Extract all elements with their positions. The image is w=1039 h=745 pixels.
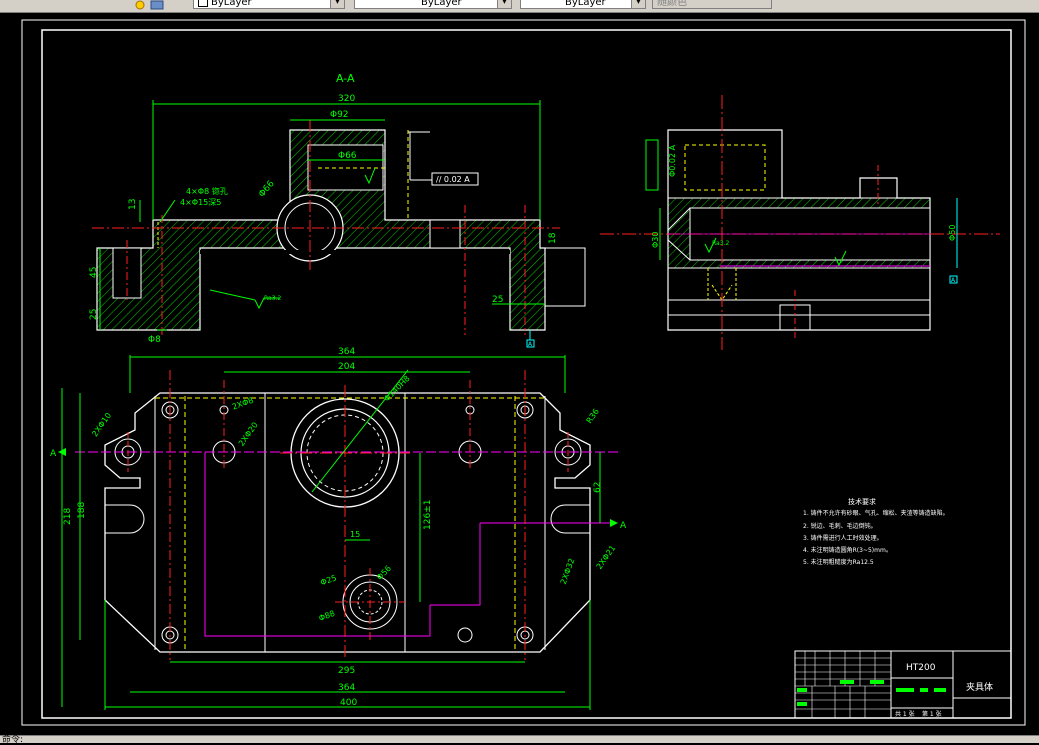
side-view: Φ30 Φ50 Φ0.02 A Ra3.2 A [600, 95, 1000, 350]
dim-88: Φ88 [318, 609, 337, 623]
dim-2x8: 2XΦ8 [231, 396, 255, 412]
dim-2x10: 2XΦ10 [90, 411, 113, 438]
dim-56: Φ56 [375, 564, 393, 582]
material: HT200 [906, 663, 936, 673]
side-tolerance: Φ0.02 A [668, 144, 677, 177]
dim-18: 18 [548, 232, 558, 244]
dim-400: 400 [340, 698, 357, 708]
properties-toolbar: ByLayer ▼ ByLayer ▼ ByLayer ▼ 随颜色 [0, 0, 1039, 13]
note-line-1: 1. 铸件不允许有砂眼、气孔、缩松、夹渣等铸造缺陷。 [803, 509, 949, 517]
dim-45: 45 [89, 267, 99, 278]
chevron-down-icon[interactable]: ▼ [330, 0, 344, 8]
layer-properties-icon[interactable] [150, 0, 164, 10]
dim-25-left: 25 [89, 309, 99, 320]
layer-sun-icon[interactable] [134, 0, 146, 10]
plotstyle-combo-value: 随颜色 [657, 0, 687, 8]
sheet-number: 第 1 张 [922, 710, 942, 718]
holes-callout-2: 4×Φ15深5 [180, 198, 221, 207]
plotstyle-combo[interactable]: 随颜色 [652, 0, 772, 9]
linetype-combo[interactable]: ByLayer ▼ [354, 0, 512, 9]
title-block: HT200 夹具体 共 1 张 第 1 张 [794, 650, 1012, 719]
dim-320: 320 [338, 94, 355, 104]
technical-notes: 技术要求 1. 铸件不允许有砂眼、气孔、缩松、夹渣等铸造缺陷。 2. 锐边、毛刺… [803, 497, 949, 566]
drawing-canvas[interactable]: A-A 320 Φ92 Φ66 Φ66 4×Φ8 锪孔 4×Φ15深5 13 4… [0, 13, 1039, 735]
note-line-3: 3. 铸件需进行人工时效处理。 [803, 534, 883, 542]
color-combo[interactable]: ByLayer ▼ [193, 0, 345, 9]
lineweight-combo-value: ByLayer [565, 0, 606, 8]
dim-188: 188 [77, 502, 87, 519]
dim-204: 204 [338, 362, 355, 372]
dim-218: 218 [63, 508, 73, 525]
dim-25: Φ25 [319, 573, 338, 587]
dim-92: Φ92 [330, 110, 349, 120]
note-line-5: 5. 未注明粗糙度为Ra12.5 [803, 558, 874, 566]
command-prompt: 命令: [2, 735, 24, 745]
section-marker-right: A [620, 521, 627, 531]
dim-66b: Φ66 [257, 179, 277, 200]
part-name: 夹具体 [966, 681, 993, 693]
parallelism-tolerance: // 0.02 A [436, 175, 470, 184]
dim-364-top: 364 [338, 347, 355, 357]
dim-66: Φ66 [338, 151, 357, 161]
drawing-frame [21, 19, 1026, 726]
section-view-a-a: A-A 320 Φ92 Φ66 Φ66 4×Φ8 锪孔 4×Φ15深5 13 4… [89, 72, 586, 348]
lineweight-combo[interactable]: ByLayer ▼ [520, 0, 646, 9]
section-marker-left: A [50, 449, 57, 459]
color-swatch-icon [198, 0, 208, 7]
dim-2x21: 2XΦ21 [595, 544, 618, 571]
note-line-2: 2. 锐边、毛刺、毛边倒钝。 [803, 522, 877, 530]
chevron-down-icon[interactable]: ▼ [631, 0, 645, 8]
dim-15: 15 [350, 530, 360, 539]
dim-364-bottom: 364 [338, 683, 355, 693]
dim-295: 295 [338, 666, 355, 676]
dim-8: Φ8 [148, 335, 161, 345]
dim-126: 126±1 [423, 500, 433, 530]
dim-62: 62 [593, 482, 603, 493]
sheet-total: 共 1 张 [895, 710, 915, 718]
linetype-combo-value: ByLayer [421, 0, 462, 8]
notes-heading: 技术要求 [848, 497, 876, 506]
dim-13: 13 [128, 199, 138, 210]
chevron-down-icon[interactable]: ▼ [497, 0, 511, 8]
dim-2x20: 2XΦ20 [237, 421, 260, 448]
plan-view: 364 204 2XΦ8 2XΦ20 2XΦ10 R36 Φ140H8 218 … [50, 347, 627, 710]
dim-50: Φ50 [948, 225, 957, 241]
dim-140: Φ140H8 [382, 374, 411, 403]
dim-r36: R36 [585, 407, 601, 425]
holes-callout: 4×Φ8 锪孔 [186, 186, 228, 196]
section-title: A-A [336, 72, 355, 85]
note-line-4: 4. 未注明铸造圆角R(3~5)mm。 [803, 546, 892, 554]
color-combo-value: ByLayer [211, 0, 252, 8]
dim-30: Φ30 [651, 232, 660, 248]
dim-2x32: 2XΦ32 [559, 557, 577, 585]
